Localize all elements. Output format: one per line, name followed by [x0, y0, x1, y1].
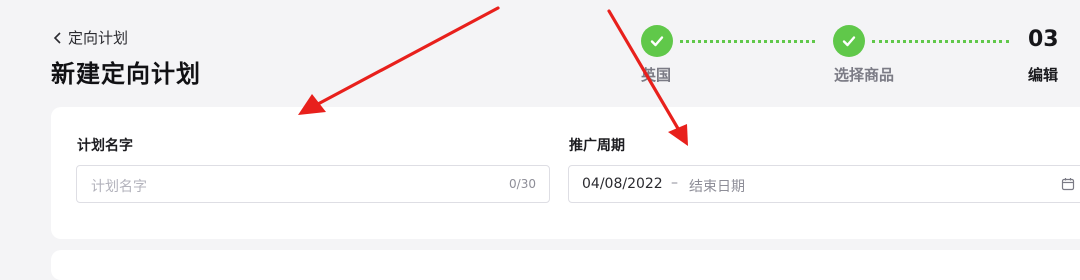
back-link[interactable]: 定向计划	[52, 27, 128, 48]
start-date-value[interactable]: 04/08/2022	[582, 176, 663, 192]
chevron-left-icon	[53, 31, 61, 44]
plan-name-placeholder: 计划名字	[91, 179, 147, 195]
date-separator: –	[671, 175, 678, 191]
calendar-icon[interactable]	[1061, 177, 1075, 191]
next-section-card	[51, 250, 1080, 280]
step-1-done-indicator	[641, 25, 673, 57]
char-counter: 0/30	[509, 177, 536, 191]
date-range-picker[interactable]: 04/08/2022 – 结束日期	[568, 165, 1080, 203]
step-1-label: 英国	[641, 66, 672, 84]
step-connector	[680, 40, 815, 43]
check-icon	[842, 36, 856, 47]
step-3-label: 编辑	[1028, 66, 1059, 84]
promotion-period-label: 推广周期	[569, 138, 625, 154]
end-date-placeholder[interactable]: 结束日期	[689, 176, 745, 196]
plan-name-input[interactable]: 计划名字 0/30	[76, 165, 550, 203]
annotation-arrow-left	[298, 6, 500, 115]
check-icon	[650, 36, 664, 47]
back-link-label: 定向计划	[68, 29, 129, 47]
step-2-label: 选择商品	[834, 66, 895, 84]
plan-name-label: 计划名字	[77, 138, 133, 154]
step-3-number: 03	[1028, 27, 1059, 52]
step-2-done-indicator	[833, 25, 865, 57]
step-connector	[872, 40, 1009, 43]
page-title: 新建定向计划	[51, 60, 201, 88]
